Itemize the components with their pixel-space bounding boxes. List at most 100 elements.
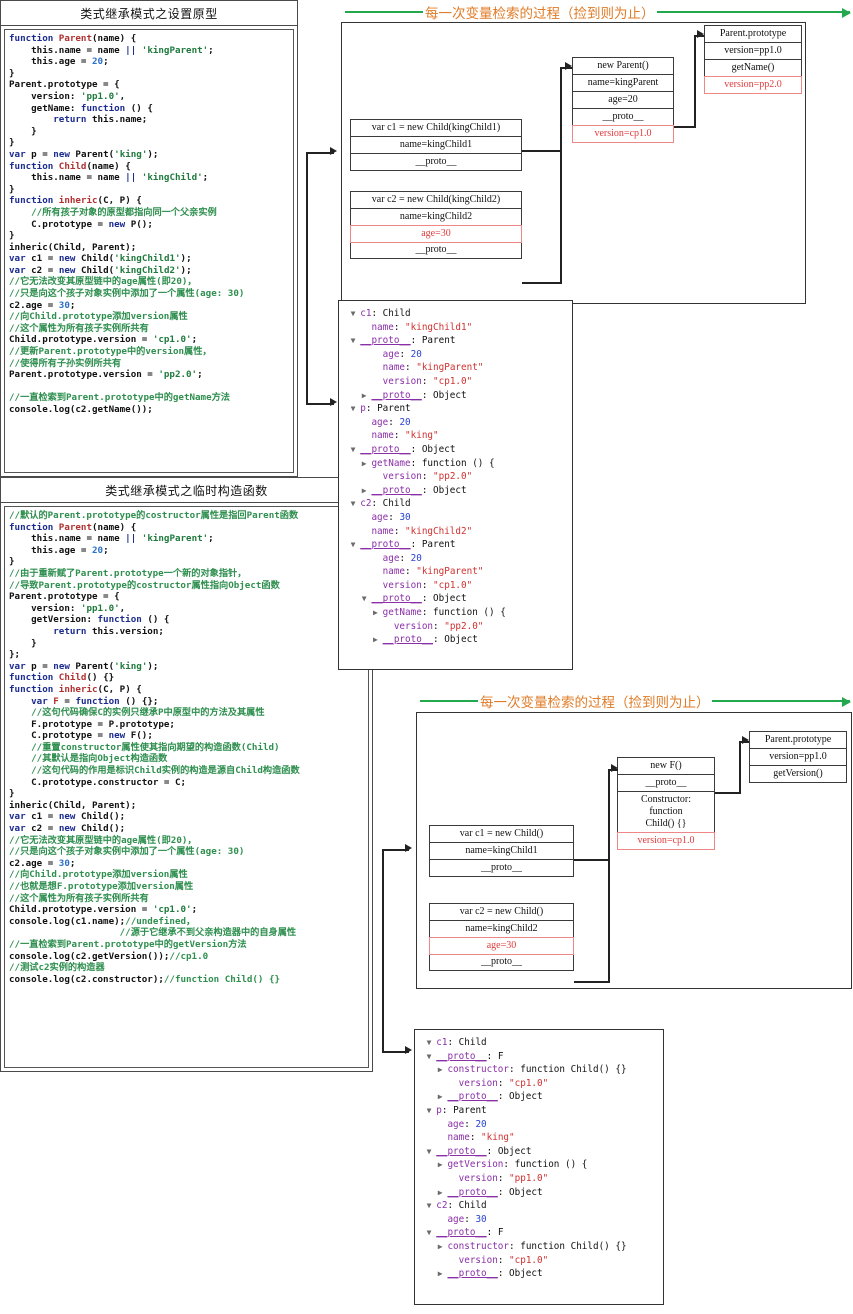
collapse-triangle-icon[interactable]: ▶: [438, 1242, 448, 1251]
expand-triangle-icon[interactable]: ▼: [351, 404, 361, 413]
console-value: "cp1.0": [433, 375, 473, 387]
connector-line: [715, 792, 741, 794]
code-line: };: [9, 649, 21, 661]
collapse-triangle-icon[interactable]: ▶: [373, 635, 383, 644]
console-line: ▼ p: Parent: [426, 1104, 487, 1116]
code-line: var p = new Parent('king');: [9, 148, 159, 160]
console-key: version: [458, 1077, 498, 1089]
console-key: version: [382, 375, 422, 387]
collapse-triangle-icon[interactable]: ▶: [438, 1160, 448, 1169]
collapse-triangle-icon[interactable]: ▶: [438, 1092, 448, 1101]
expand-triangle-icon[interactable]: ▼: [351, 540, 361, 549]
node-row: new F(): [618, 758, 714, 775]
code-line: }: [9, 125, 37, 137]
code-card-title-section2: 类式继承模式之临时构造函数: [1, 478, 372, 503]
console-value: Object: [433, 389, 467, 401]
console-line: ▼ __proto__: Parent: [350, 335, 456, 347]
expand-triangle-icon[interactable]: ▼: [362, 594, 372, 603]
collapse-triangle-icon[interactable]: ▶: [362, 391, 372, 400]
node-c1-section2: var c1 = new Child() name=kingChild1 __p…: [429, 825, 574, 877]
expand-triangle-icon[interactable]: ▼: [427, 1106, 437, 1115]
collapse-triangle-icon[interactable]: ▶: [362, 459, 372, 468]
code-line: this.age = 20;: [9, 56, 109, 68]
node-row: Constructor: function Child() {}: [618, 792, 714, 833]
connector-arrowhead: [697, 30, 704, 38]
code-line: //这个属性为所有孩子实例所共有: [9, 892, 149, 904]
code-line: //其默认是指向Object构造函数: [9, 753, 168, 765]
code-line: this.age = 20;: [9, 544, 109, 556]
code-line: }: [9, 230, 15, 242]
code-line: Child.prototype.version = 'cp1.0';: [9, 334, 198, 346]
code-line: }: [9, 637, 37, 649]
console-key: name: [447, 1132, 470, 1144]
expand-triangle-icon[interactable]: ▼: [427, 1228, 437, 1237]
console-value: Parent: [453, 1104, 487, 1116]
connector-line: [574, 981, 610, 983]
connector-arrowhead: [405, 1046, 412, 1054]
console-line: ▶ getName: function () {: [361, 457, 495, 469]
console-line: ▶ __proto__: Object: [437, 1268, 543, 1280]
code-line: function Child(name) {: [9, 160, 131, 172]
expand-triangle-icon[interactable]: ▼: [427, 1147, 437, 1156]
expand-triangle-icon[interactable]: ▼: [351, 336, 361, 345]
code-body-section2: //默认的Parent.prototype的costructor属性是指回Par…: [4, 506, 369, 1068]
expand-triangle-icon[interactable]: ▼: [427, 1052, 437, 1061]
expand-triangle-icon[interactable]: ▼: [427, 1038, 437, 1047]
code-line: //只是向这个孩子对象实例中添加了一个属性(age: 30): [9, 288, 245, 300]
code-line: //它无法改变其原型链中的age属性(即20)，: [9, 276, 197, 288]
console-line: ▼ __proto__: F: [426, 1227, 504, 1239]
console-value: function () {: [514, 1159, 588, 1171]
node-row-highlight: version=pp2.0: [704, 76, 802, 94]
code-line: inheric(Child, Parent);: [9, 799, 137, 811]
banner-arrow-right: [711, 697, 851, 707]
expand-triangle-icon[interactable]: ▼: [427, 1201, 437, 1210]
console-line: version: "pp2.0": [345, 620, 568, 634]
console-key: c2: [436, 1200, 448, 1212]
console-line: ▶ __proto__: Object: [373, 634, 478, 646]
console-key: version: [382, 471, 422, 483]
console-value: Object: [509, 1186, 543, 1198]
expand-triangle-icon[interactable]: ▼: [351, 309, 361, 318]
code-line: }: [9, 183, 15, 195]
console-line: age: 20: [345, 552, 568, 566]
console-value: Child: [458, 1037, 487, 1048]
console-output-section1: ▼ c1: Child name: "kingChild1" ▼ __proto…: [338, 300, 573, 670]
console-line: version: "cp1.0": [421, 1254, 659, 1268]
console-line: age: 20: [345, 348, 568, 362]
node-parent-prototype-section2: Parent.prototype version=pp1.0 getVersio…: [749, 731, 847, 783]
console-line: ▶ __proto__: Object: [361, 484, 467, 496]
console-value: Object: [444, 634, 478, 646]
node-row: __proto__: [618, 775, 714, 792]
console-key: getName: [371, 457, 411, 469]
console-value: Object: [509, 1268, 543, 1280]
code-line: C.prototype = new P();: [9, 218, 153, 230]
collapse-triangle-icon[interactable]: ▶: [438, 1188, 448, 1197]
connector-arrowhead: [611, 764, 618, 772]
code-line: //一直检索到Parent.prototype中的getVersion方法: [9, 938, 247, 950]
console-key: version: [458, 1254, 498, 1266]
console-value: function Child() {}: [520, 1240, 627, 1252]
collapse-triangle-icon[interactable]: ▶: [438, 1065, 448, 1074]
node-row: Parent.prototype: [750, 732, 846, 749]
code-line: return this.version;: [9, 625, 164, 637]
collapse-triangle-icon[interactable]: ▶: [438, 1269, 448, 1278]
node-row: __proto__: [573, 109, 673, 126]
connector-line: [608, 769, 610, 982]
connector-line: [574, 859, 610, 861]
console-value: "pp2.0": [433, 471, 473, 483]
console-line: ▼ __proto__: Object: [426, 1145, 532, 1157]
connector-trunk-section1: [306, 152, 308, 404]
console-value: "kingChild2": [405, 525, 473, 537]
expand-triangle-icon[interactable]: ▼: [351, 499, 361, 508]
expand-triangle-icon[interactable]: ▼: [351, 445, 361, 454]
collapse-triangle-icon[interactable]: ▶: [373, 608, 383, 617]
collapse-triangle-icon[interactable]: ▶: [362, 486, 372, 495]
console-line: ▶ constructor: function Child() {}: [437, 1240, 627, 1252]
console-key: __proto__: [447, 1268, 498, 1280]
